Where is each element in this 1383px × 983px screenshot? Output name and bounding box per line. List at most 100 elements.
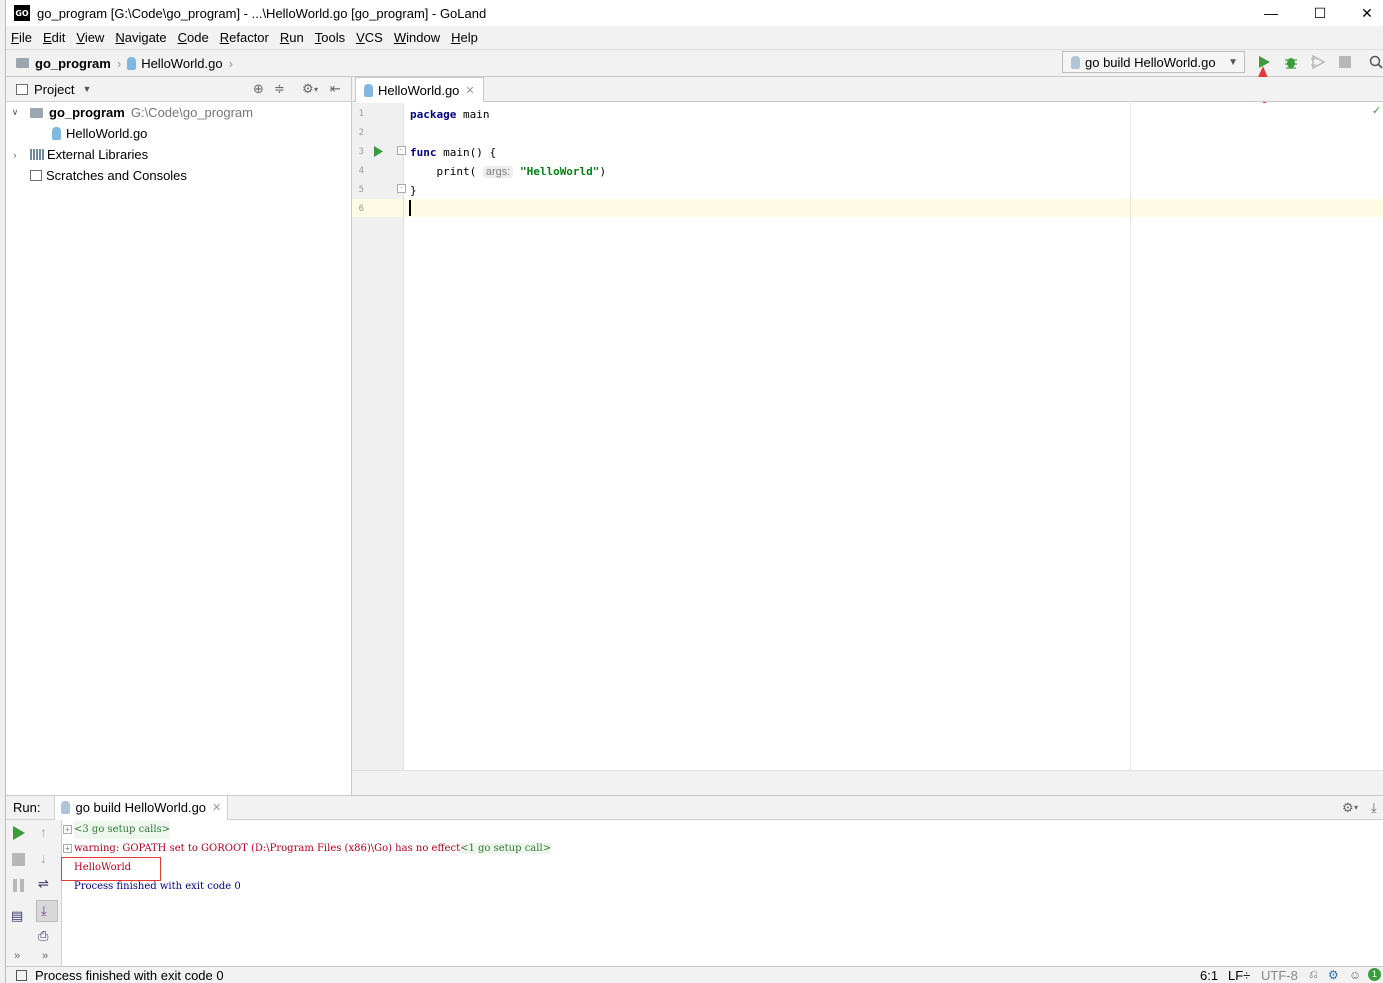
chevron-down-icon[interactable]: ▾	[1354, 803, 1358, 812]
go-file-icon	[1071, 55, 1080, 69]
coverage-icon	[1311, 54, 1326, 70]
gutter-border	[403, 103, 404, 770]
arrow-up-icon[interactable]: ↑	[40, 824, 47, 840]
lock-icon[interactable]: ⎌	[1309, 969, 1318, 982]
menu-edit[interactable]: Edit	[38, 30, 70, 45]
chevron-right-icon[interactable]: ›	[8, 150, 22, 160]
expand-icon[interactable]: +	[63, 825, 72, 834]
text-cursor	[409, 200, 411, 216]
settings-icon[interactable]: ⚙	[1328, 968, 1339, 982]
window-title: go_program [G:\Code\go_program] - ...\He…	[37, 5, 487, 21]
project-view-icon	[16, 83, 28, 95]
debug-button[interactable]	[1281, 52, 1301, 72]
run-toolbar	[6, 820, 62, 966]
expand-icon[interactable]: +	[63, 844, 72, 853]
gutter-run-icon[interactable]	[373, 146, 384, 157]
stop-button[interactable]	[1335, 52, 1355, 72]
code-line-5: }	[410, 184, 417, 197]
title-bar: GO go_program [G:\Code\go_program] - ...…	[6, 0, 1383, 26]
scroll-to-end-button[interactable]: ⤓	[36, 900, 58, 922]
run-panel-label: Run:	[13, 800, 41, 815]
tab-run-config[interactable]: go build HelloWorld.go ✕	[54, 795, 229, 820]
goland-app-icon: GO	[14, 5, 30, 21]
close-button[interactable]: ✕	[1344, 0, 1383, 26]
code-line-4: print( args: "HelloWorld")	[410, 165, 607, 178]
collapse-all-icon[interactable]: ≑	[274, 81, 285, 97]
menu-view[interactable]: View	[71, 30, 109, 45]
go-file-icon	[52, 127, 61, 140]
search-everywhere-button[interactable]	[1366, 52, 1383, 72]
line-number: 6	[358, 204, 364, 214]
hide-panel-icon[interactable]: ⤓	[1371, 800, 1377, 816]
menu-window[interactable]: Window	[389, 30, 445, 45]
fold-icon[interactable]: -	[397, 146, 406, 155]
scratches-icon	[30, 170, 42, 181]
code-line-1: package main	[410, 108, 490, 121]
line-number: 1	[358, 109, 364, 119]
line-number: 2	[358, 128, 364, 138]
menu-help[interactable]: Help	[446, 30, 483, 45]
tree-item-scratches[interactable]: Scratches and Consoles	[30, 165, 187, 186]
breadcrumb-project[interactable]: go_program	[6, 56, 111, 71]
menu-bar: File Edit View Navigate Code Refactor Ru…	[6, 26, 1383, 49]
line-number: 5	[358, 185, 364, 195]
more-actions-icon[interactable]: »	[42, 950, 48, 962]
gear-icon[interactable]: ⚙	[302, 81, 314, 97]
restore-layout-icon[interactable]: ▤	[11, 908, 23, 924]
soft-wrap-icon[interactable]: ⇌	[38, 876, 49, 892]
rerun-icon[interactable]	[12, 826, 26, 840]
menu-vcs[interactable]: VCS	[351, 30, 388, 45]
breadcrumb-separator-icon: ›	[228, 55, 233, 71]
close-tab-icon[interactable]: ✕	[465, 84, 474, 97]
console-setup-call[interactable]: <1 go setup call>	[460, 843, 552, 854]
line-separator[interactable]: LF÷	[1228, 968, 1250, 983]
chevron-down-icon[interactable]: ∨	[8, 107, 22, 118]
file-encoding[interactable]: UTF-8	[1261, 968, 1298, 983]
project-panel-header: Project ▼ ⊕ ≑ ⚙ ▾ ⇤	[6, 77, 351, 102]
tree-item-go-program[interactable]: ∨ go_program G:\Code\go_program	[8, 102, 253, 123]
tab-helloworld[interactable]: HelloWorld.go ✕	[355, 77, 484, 102]
menu-run[interactable]: Run	[275, 30, 309, 45]
tree-item-external-libraries[interactable]: › External Libraries	[8, 144, 149, 165]
project-panel-title[interactable]: Project	[34, 82, 74, 97]
tool-windows-icon[interactable]	[16, 969, 27, 981]
more-actions-icon[interactable]: »	[14, 950, 20, 962]
maximize-icon: ☐	[1313, 4, 1327, 21]
hide-panel-icon[interactable]: ⇤	[330, 81, 341, 97]
breadcrumb-file[interactable]: HelloWorld.go	[127, 56, 223, 71]
line-number: 4	[358, 166, 364, 176]
fold-icon[interactable]: -	[397, 184, 406, 193]
print-icon[interactable]: ⎙	[38, 928, 48, 944]
maximize-button[interactable]: ☐	[1297, 0, 1343, 26]
minimize-icon: —	[1264, 5, 1278, 21]
close-tab-icon[interactable]: ✕	[212, 801, 221, 814]
menu-tools[interactable]: Tools	[310, 30, 350, 45]
console-setup-calls[interactable]: <3 go setup calls>	[74, 821, 171, 839]
chevron-down-icon[interactable]: ▼	[82, 84, 91, 94]
run-with-coverage-button[interactable]	[1308, 52, 1328, 72]
menu-code[interactable]: Code	[173, 30, 214, 45]
minimize-button[interactable]: —	[1248, 0, 1294, 26]
event-log-badge[interactable]: 1	[1368, 968, 1381, 981]
inspection-ok-icon[interactable]: ✓	[1372, 104, 1381, 117]
locate-file-icon[interactable]: ⊕	[253, 81, 264, 97]
library-icon	[30, 149, 44, 160]
pause-icon[interactable]	[12, 879, 25, 892]
arrow-down-icon[interactable]: ↓	[40, 850, 47, 866]
caret-position[interactable]: 6:1	[1200, 968, 1218, 983]
code-line-3: func main() {	[410, 146, 497, 159]
stop-icon[interactable]	[12, 853, 25, 866]
menu-navigate[interactable]: Navigate	[110, 30, 171, 45]
chevron-down-icon[interactable]: ▾	[314, 85, 318, 94]
menu-refactor[interactable]: Refactor	[215, 30, 274, 45]
run-configuration-select[interactable]: go build HelloWorld.go ▼	[1062, 51, 1245, 73]
close-icon: ✕	[1361, 4, 1373, 21]
gear-icon[interactable]: ⚙	[1342, 800, 1354, 816]
menu-file[interactable]: File	[6, 30, 37, 45]
line-number: 3	[358, 147, 364, 157]
breadcrumb-separator-icon: ›	[116, 55, 122, 71]
tree-item-helloworld[interactable]: HelloWorld.go	[52, 123, 147, 144]
search-icon	[1369, 55, 1383, 69]
inspector-icon[interactable]: ☺	[1349, 968, 1361, 982]
project-panel-footer	[6, 770, 351, 795]
